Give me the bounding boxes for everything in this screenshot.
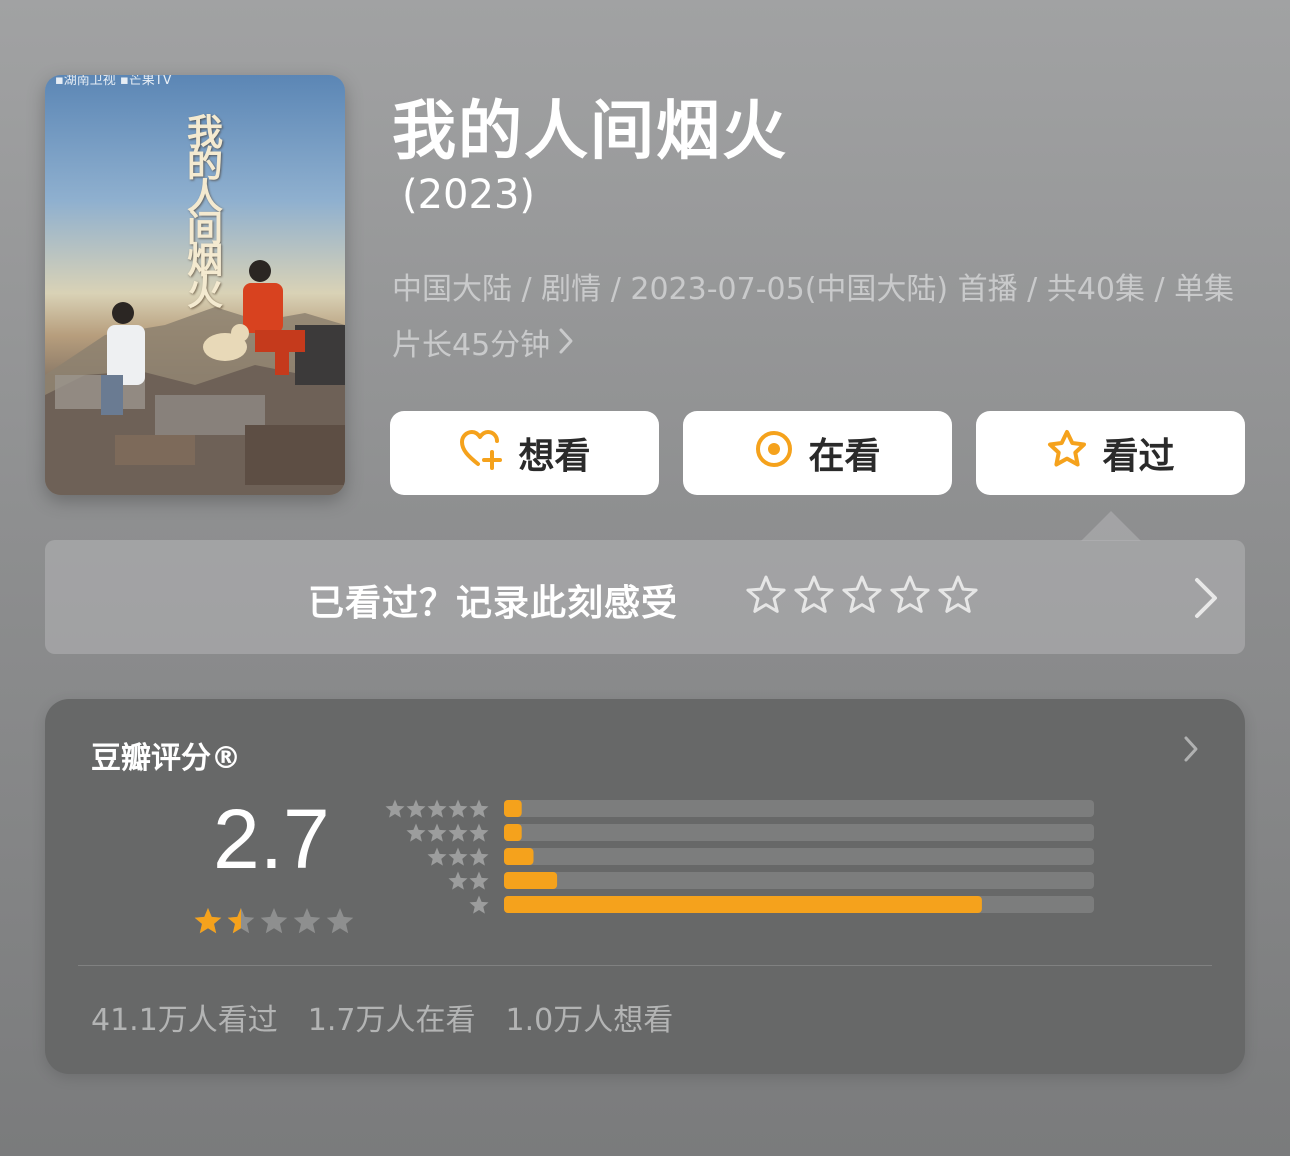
rating-score: 2.7 — [213, 792, 330, 886]
dist-row-5-star-5 — [385, 799, 405, 818]
page-title: 我的人间烟火 — [392, 95, 788, 169]
dist-row-5-star-2 — [448, 799, 468, 818]
dist-row-2-star-1 — [469, 871, 489, 890]
meta-info[interactable]: 中国大陆 / 剧情 / 2023-07-05(中国大陆) 首播 / 共40集 /… — [392, 262, 1252, 374]
dist-track-3 — [504, 848, 1094, 865]
dist-track-2 — [504, 872, 1094, 889]
star-icon — [1046, 429, 1088, 478]
target-icon — [754, 429, 794, 478]
rate-prompt-bar[interactable]: 已看过？记录此刻感受 — [45, 540, 1245, 654]
watched-button[interactable]: 看过 — [976, 411, 1245, 495]
watching-button[interactable]: 在看 — [683, 411, 952, 495]
score-star-5 — [326, 908, 354, 934]
card-divider — [78, 965, 1212, 966]
release-year: (2023) — [402, 172, 536, 218]
want-to-watch-button[interactable]: 想看 — [390, 411, 659, 495]
rate-star-1[interactable] — [745, 574, 787, 616]
rate-star-2[interactable] — [793, 574, 835, 616]
dist-row-4-star-1 — [469, 823, 489, 842]
rate-star-3[interactable] — [841, 574, 883, 616]
rating-distribution — [385, 799, 1094, 914]
dist-row-4-star-4 — [406, 823, 426, 842]
dist-bar-3 — [504, 848, 534, 865]
watching-count: 1.7万人在看 — [307, 1003, 476, 1038]
dist-row-3-star-2 — [448, 847, 468, 866]
dist-row-2-star-2 — [448, 871, 468, 890]
rate-prompt-text: 已看过？记录此刻感受 — [308, 583, 679, 624]
rate-star-4[interactable] — [889, 574, 931, 616]
dist-bar-1 — [504, 896, 982, 913]
dist-track-5 — [504, 800, 1094, 817]
prompt-pointer — [1081, 511, 1141, 541]
dist-row-5-star-1 — [469, 799, 489, 818]
score-star-fill-1 — [194, 908, 222, 934]
poster-image[interactable]: ▪湖南卫视 ▪芒果TV 我的人间烟火 — [45, 75, 345, 495]
dist-row-4-star-2 — [448, 823, 468, 842]
dist-row-3-star-3 — [427, 847, 447, 866]
dist-row-5-star-4 — [406, 799, 426, 818]
rate-star-group[interactable] — [745, 574, 979, 616]
dist-row-3-star-1 — [469, 847, 489, 866]
chevron-right-icon — [1183, 735, 1199, 767]
dist-bar-2 — [504, 872, 558, 889]
watching-label: 在看 — [808, 436, 881, 477]
dist-track-4 — [504, 824, 1094, 841]
rate-star-5[interactable] — [937, 574, 979, 616]
score-star-4 — [293, 908, 321, 934]
score-star-3 — [260, 908, 288, 934]
want-count: 1.0万人想看 — [505, 1003, 674, 1038]
dist-row-1-star-1 — [469, 895, 489, 914]
watched-label: 看过 — [1102, 436, 1175, 477]
score-star-row — [194, 908, 354, 934]
dist-bar-4 — [504, 824, 522, 841]
heart-plus-icon — [458, 428, 504, 479]
chevron-right-icon — [1193, 576, 1219, 624]
dist-row-5-star-3 — [427, 799, 447, 818]
watched-count: 41.1万人看过 — [91, 1003, 278, 1038]
douban-rating-card[interactable]: 豆瓣评分® 2.7 41.1万人看过 1.7万人在看 1.0万人想看 — [45, 699, 1245, 1074]
chevron-right-icon — [558, 318, 574, 374]
dist-row-4-star-3 — [427, 823, 447, 842]
want-label: 想看 — [518, 436, 591, 477]
meta-text: 中国大陆 / 剧情 / 2023-07-05(中国大陆) 首播 / 共40集 /… — [392, 272, 1235, 363]
poster-title-art: 我的人间烟火 — [181, 113, 223, 305]
poster-logos: ▪湖南卫视 ▪芒果TV — [55, 75, 172, 88]
dist-bar-5 — [504, 800, 522, 817]
audience-counts: 41.1万人看过 1.7万人在看 1.0万人想看 — [91, 995, 673, 1039]
rating-label: 豆瓣评分® — [91, 741, 241, 776]
